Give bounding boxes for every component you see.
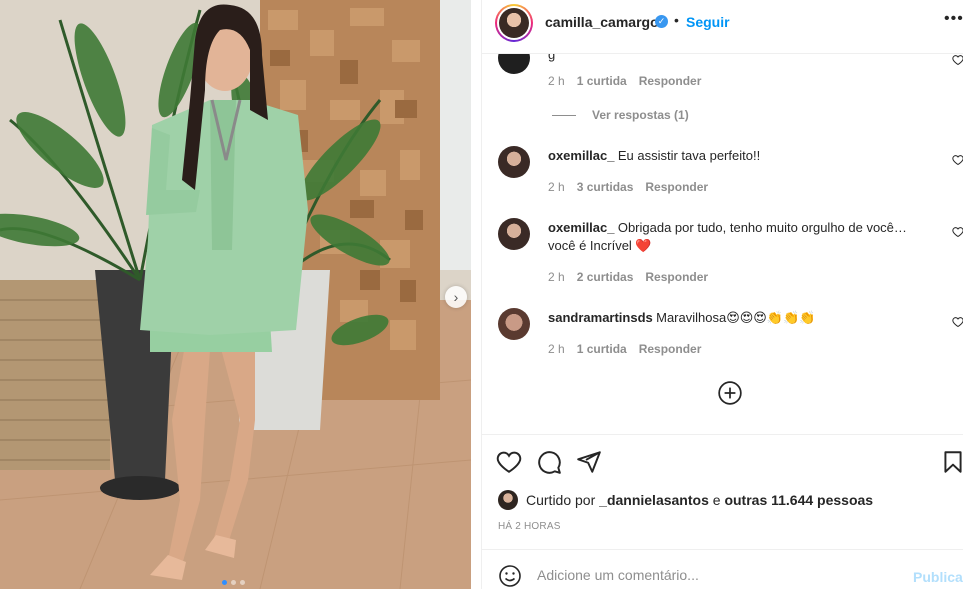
next-slide-button[interactable]: › <box>445 286 467 308</box>
comment-text: g <box>548 54 556 62</box>
comment-meta: 2 h 3 curtidas Responder <box>548 180 720 194</box>
comment-likes[interactable]: 1 curtida <box>577 74 627 88</box>
carousel-dots <box>222 580 245 585</box>
view-replies-button[interactable]: Ver respostas (1) <box>552 108 689 122</box>
publish-button[interactable]: Publicar <box>913 569 963 585</box>
comment-time: 2 h <box>548 74 565 88</box>
reply-button[interactable]: Responder <box>645 270 708 284</box>
post-time[interactable]: HÁ 2 HORAS <box>498 521 561 532</box>
author-username[interactable]: camilla_camargo <box>545 14 659 30</box>
comment-meta: 2 h 2 curtidas Responder <box>548 270 720 284</box>
header-separator: • <box>674 12 679 28</box>
reply-button[interactable]: Responder <box>639 342 702 356</box>
chevron-right-icon: › <box>453 289 459 305</box>
author-avatar[interactable] <box>495 4 533 42</box>
comment-avatar[interactable] <box>498 146 530 178</box>
carousel-dot <box>222 580 227 585</box>
heart-icon[interactable] <box>952 316 963 328</box>
likes-prefix: Curtido por <box>526 492 596 508</box>
comment-body: oxemillac_ Obrigada por tudo, tenho muit… <box>548 219 938 255</box>
liker-avatar[interactable] <box>498 490 518 510</box>
add-comment-bar: Publicar <box>482 549 963 589</box>
comments-list[interactable]: g 2 h 1 curtida Responder Ver respostas … <box>482 54 963 434</box>
follow-button[interactable]: Seguir <box>686 14 730 30</box>
comment-time: 2 h <box>548 180 565 194</box>
replies-divider <box>552 114 576 116</box>
post-photo[interactable]: › <box>0 0 471 589</box>
comment-avatar[interactable] <box>498 218 530 250</box>
heart-icon[interactable] <box>952 154 963 166</box>
comment-time: 2 h <box>548 342 565 356</box>
liker-username[interactable]: _dannielasantos <box>599 492 709 508</box>
comment-likes[interactable]: 3 curtidas <box>577 180 634 194</box>
comment-text: Obrigada por tudo, tenho muito orgulho d… <box>617 220 907 235</box>
reply-button[interactable]: Responder <box>645 180 708 194</box>
photo-scene <box>0 0 471 589</box>
heart-icon[interactable] <box>952 226 963 238</box>
comment-username[interactable]: sandramartinsds <box>548 310 653 325</box>
comment-meta: 2 h 1 curtida Responder <box>548 74 713 88</box>
carousel-dot <box>231 580 236 585</box>
carousel-dot <box>240 580 245 585</box>
emoji-icon[interactable] <box>498 564 522 588</box>
comment-body: oxemillac_ Eu assistir tava perfeito!! <box>548 147 938 165</box>
view-replies-label: Ver respostas (1) <box>592 108 689 122</box>
post-panel: camilla_camargo ✓ • Seguir ••• g 2 h 1 c… <box>481 0 963 589</box>
likes-middle: e <box>712 492 721 508</box>
heart-icon[interactable] <box>496 449 522 475</box>
action-bar: Curtido por _dannielasantos e outras 11.… <box>482 434 963 549</box>
comment-likes[interactable]: 2 curtidas <box>577 270 634 284</box>
comment-avatar[interactable] <box>498 54 530 74</box>
likes-others[interactable]: outras 11.644 pessoas <box>724 492 873 508</box>
comment-input[interactable] <box>537 567 877 583</box>
verified-icon: ✓ <box>655 15 668 28</box>
post-header: camilla_camargo ✓ • Seguir ••• <box>482 0 963 54</box>
comment-avatar[interactable] <box>498 308 530 340</box>
bookmark-icon[interactable] <box>940 449 963 475</box>
comment-meta: 2 h 1 curtida Responder <box>548 342 713 356</box>
comment-username[interactable]: oxemillac_ <box>548 220 615 235</box>
share-icon[interactable] <box>576 449 602 475</box>
comment-username[interactable]: oxemillac_ <box>548 148 615 163</box>
comment-text: Maravilhosa😍😍😍👏👏👏 <box>656 310 816 325</box>
comment-body: sandramartinsds Maravilhosa😍😍😍👏👏👏 <box>548 309 938 327</box>
more-options-button[interactable]: ••• <box>944 10 963 28</box>
comment-likes[interactable]: 1 curtida <box>577 342 627 356</box>
heart-icon[interactable] <box>952 54 963 66</box>
comment-icon[interactable] <box>536 449 562 475</box>
comment-text-line2: você é Incrível ❤️ <box>548 238 652 253</box>
plus-circle-icon[interactable] <box>717 380 743 406</box>
comment-text: Eu assistir tava perfeito!! <box>617 148 761 163</box>
reply-button[interactable]: Responder <box>639 74 702 88</box>
likes-summary: Curtido por _dannielasantos e outras 11.… <box>498 490 873 510</box>
comment-time: 2 h <box>548 270 565 284</box>
